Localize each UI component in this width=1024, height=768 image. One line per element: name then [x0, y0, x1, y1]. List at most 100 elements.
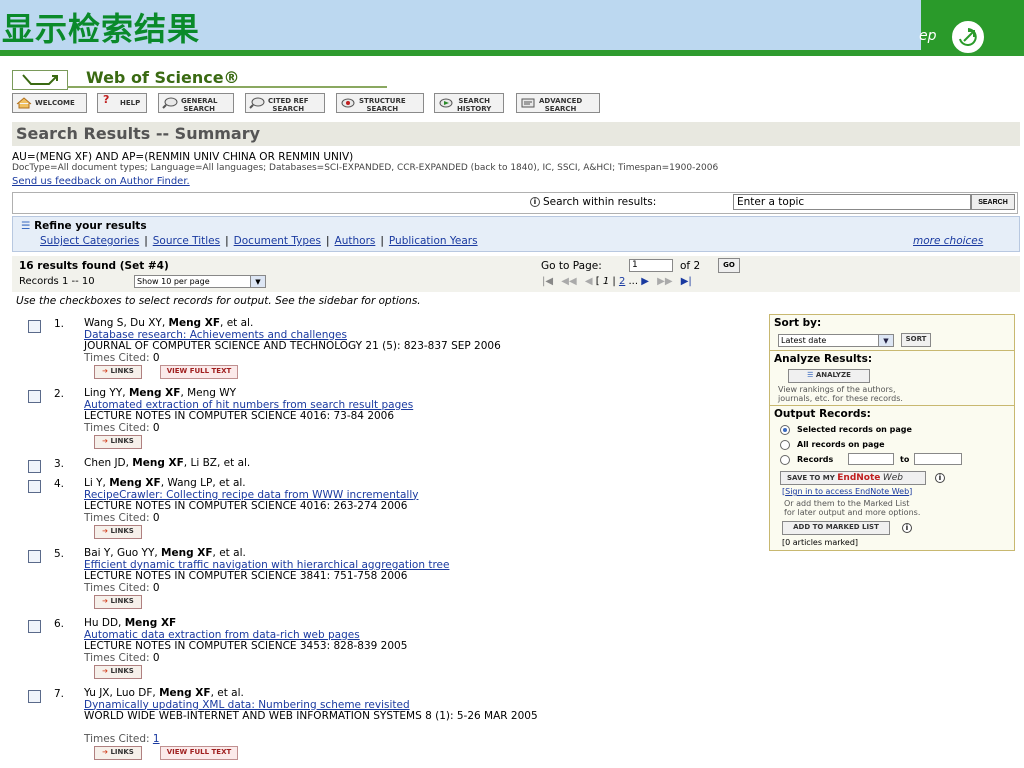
analyze-note: View rankings of the authors, journals, e…	[778, 385, 903, 403]
times-cited: Times Cited: 0	[84, 421, 160, 434]
record-authors: Chen JD, Meng XF, Li BZ, et al.	[84, 457, 251, 469]
marked-count: [0 articles marked]	[782, 538, 859, 547]
arrow-right-icon: ➔	[102, 367, 109, 376]
advanced-icon	[521, 98, 535, 108]
refine-authors-link[interactable]: Authors	[335, 235, 376, 247]
feedback-link[interactable]: Send us feedback on Author Finder.	[12, 176, 190, 187]
page-title: Search Results -- Summary	[12, 122, 1020, 146]
links-button[interactable]: ➔ LINKS	[94, 435, 142, 450]
refine-source-titles-link[interactable]: Source Titles	[153, 235, 220, 247]
next-page-icon[interactable]: ▶	[641, 276, 649, 287]
sort-select[interactable]: Latest date ▼	[778, 334, 894, 347]
analyze-button[interactable]: ☰ ANALYZE	[788, 369, 870, 383]
help-icon: ?	[103, 93, 110, 106]
prev-page-icon: ◀	[584, 276, 593, 287]
magnifier-icon	[162, 97, 178, 109]
last-page-icon[interactable]: ▶|	[681, 276, 692, 287]
general-search-button[interactable]: GENERAL SEARCH	[158, 93, 234, 113]
radio-range-label: Records	[797, 455, 834, 464]
record-checkbox[interactable]	[28, 620, 41, 633]
record-authors: Li Y, Meng XF, Wang LP, et al.	[84, 477, 246, 489]
add-to-marked-list-button[interactable]: ADD TO MARKED LIST	[782, 521, 890, 535]
refine-title: ☰ Refine your results	[21, 220, 147, 232]
times-cited: Times Cited: 0	[84, 511, 160, 524]
wos-logo-text: Web of Science®	[86, 68, 240, 87]
home-icon	[16, 97, 32, 109]
per-page-select[interactable]: Show 10 per page ▼	[134, 275, 266, 288]
help-button[interactable]: ? HELP	[97, 93, 147, 113]
structure-search-button[interactable]: STRUCTURE SEARCH	[336, 93, 424, 113]
advanced-search-button[interactable]: ADVANCED SEARCH	[516, 93, 600, 113]
output-title: Output Records:	[774, 408, 871, 420]
record-number: 2.	[54, 388, 65, 400]
more-choices-link[interactable]: more choices	[913, 235, 983, 247]
radio-all-label: All records on page	[797, 440, 885, 449]
goto-page-input[interactable]: 1	[629, 259, 673, 272]
range-to-label: to	[900, 455, 910, 464]
structure-icon	[341, 98, 355, 108]
times-cited: Times Cited: 0	[84, 581, 160, 594]
radio-record-range[interactable]	[780, 455, 790, 465]
arrow-right-icon: ➔	[102, 597, 109, 606]
slide-title: 显示检索结果	[2, 10, 201, 48]
record-checkbox[interactable]	[28, 690, 41, 703]
info-icon[interactable]: i	[935, 473, 945, 483]
results-bar: 16 results found (Set #4) Records 1 -- 1…	[12, 256, 1020, 292]
record-authors: Bai Y, Guo YY, Meng XF, et al.	[84, 547, 246, 559]
times-cited-link[interactable]: 1	[153, 733, 160, 745]
view-full-text-button[interactable]: VIEW FULL TEXT	[160, 365, 238, 380]
refine-panel: ☰ Refine your results Subject Categories…	[12, 216, 1020, 252]
record-authors: Hu DD, Meng XF	[84, 617, 177, 629]
record-number: 5.	[54, 548, 65, 560]
analyze-icon: ☰	[807, 371, 814, 379]
radio-selected-records[interactable]	[780, 425, 790, 435]
record-checkbox[interactable]	[28, 320, 41, 333]
record-checkbox[interactable]	[28, 460, 41, 473]
page-2-link[interactable]: 2	[619, 276, 625, 287]
page-total: of 2	[680, 260, 701, 272]
save-to-endnote-button[interactable]: SAVE TO MY EndNote Web	[780, 471, 926, 485]
wos-logo-icon	[12, 70, 68, 90]
marked-list-note: Or add them to the Marked List for later …	[784, 499, 921, 517]
arrow-right-icon: ➔	[102, 667, 109, 676]
search-query: AU=(MENG XF) AND AP=(RENMIN UNIV CHINA O…	[12, 151, 354, 163]
links-button[interactable]: ➔ LINKS	[94, 595, 142, 610]
endnote-signin-link[interactable]: [Sign in to access EndNote Web]	[782, 487, 912, 496]
links-button[interactable]: ➔ LINKS	[94, 665, 142, 680]
magnifier-icon	[249, 97, 265, 109]
record-source: WORLD WIDE WEB-INTERNET AND WEB INFORMAT…	[84, 710, 538, 723]
refine-subject-categories-link[interactable]: Subject Categories	[40, 235, 139, 247]
cited-ref-search-button[interactable]: CITED REF SEARCH	[245, 93, 325, 113]
welcome-button[interactable]: WELCOME	[12, 93, 87, 113]
arrow-right-icon: ➔	[102, 437, 109, 446]
links-button[interactable]: ➔ LINKS	[94, 365, 142, 380]
prev-ten-icon: ◀◀	[561, 276, 577, 287]
goto-page-label: Go to Page:	[541, 260, 602, 272]
range-to-input[interactable]	[914, 453, 962, 465]
sort-button[interactable]: SORT	[901, 333, 931, 347]
refine-publication-years-link[interactable]: Publication Years	[389, 235, 478, 247]
search-history-button[interactable]: SEARCH HISTORY	[434, 93, 504, 113]
info-icon[interactable]: i	[902, 523, 912, 533]
links-button[interactable]: ➔ LINKS	[94, 746, 142, 761]
search-within-button[interactable]: SEARCH	[971, 194, 1015, 210]
chevron-down-icon: ▼	[250, 276, 265, 287]
range-from-input[interactable]	[848, 453, 894, 465]
view-full-text-button[interactable]: VIEW FULL TEXT	[160, 746, 238, 761]
radio-all-records[interactable]	[780, 440, 790, 450]
record-checkbox[interactable]	[28, 390, 41, 403]
record-checkbox[interactable]	[28, 480, 41, 493]
search-within-input[interactable]	[733, 194, 971, 210]
links-button[interactable]: ➔ LINKS	[94, 525, 142, 540]
radio-selected-label: Selected records on page	[797, 425, 912, 434]
instructions-text: Use the checkboxes to select records for…	[16, 295, 421, 307]
current-page: 1	[602, 276, 610, 287]
wos-header: Web of Science®	[12, 68, 392, 90]
refine-links: Subject Categories | Source Titles | Documen…	[40, 235, 478, 247]
record-checkbox[interactable]	[28, 550, 41, 563]
info-icon[interactable]: i	[530, 197, 540, 207]
arrow-right-icon: ➔	[102, 527, 109, 536]
record-number: 7.	[54, 688, 65, 700]
refine-document-types-link[interactable]: Document Types	[234, 235, 321, 247]
go-button[interactable]: GO	[718, 258, 740, 273]
